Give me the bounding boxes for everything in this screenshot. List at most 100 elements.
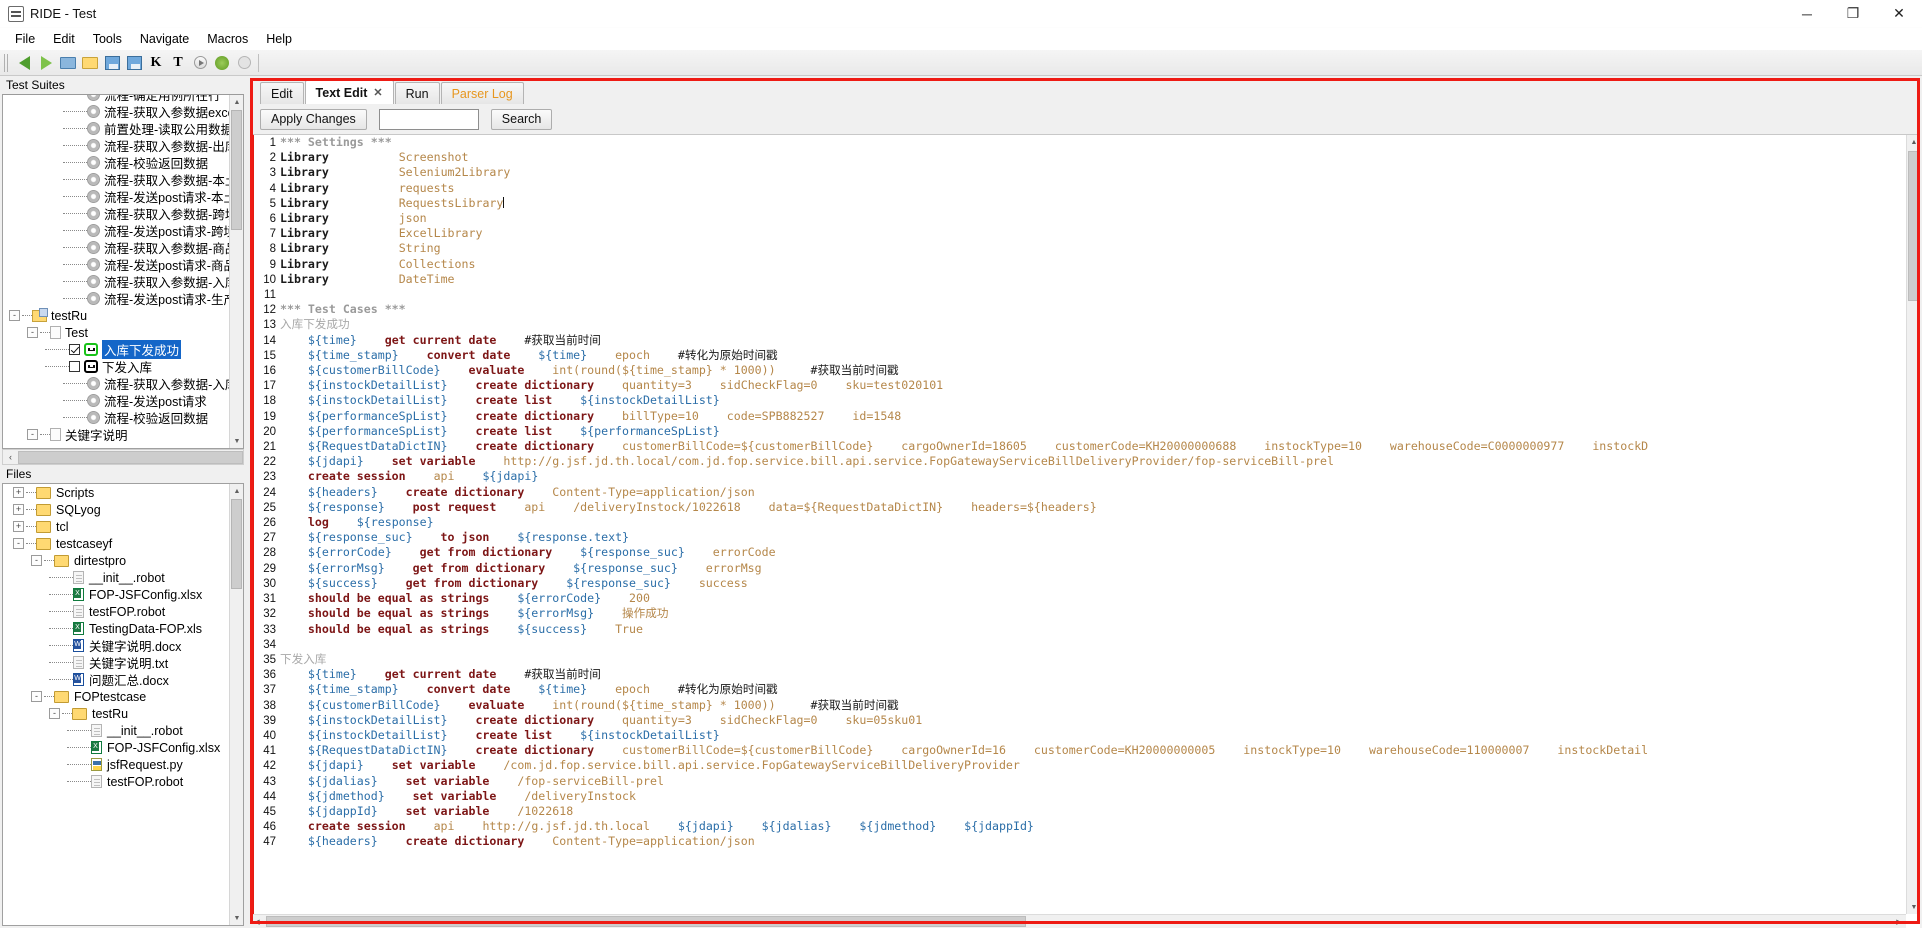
doc-icon [50, 428, 61, 441]
tree-item[interactable]: FOP-JSFConfig.xlsx [3, 739, 243, 756]
expand-icon[interactable]: + [13, 504, 24, 515]
menu-item-macros[interactable]: Macros [198, 30, 257, 48]
tree-item[interactable]: - testRu [3, 307, 243, 324]
tree-item[interactable]: - 关键字说明 [3, 426, 243, 443]
code-token: Content-Type=application/json [552, 484, 755, 499]
menu-item-navigate[interactable]: Navigate [131, 30, 198, 48]
tab-edit[interactable]: Edit [260, 82, 304, 104]
collapse-icon[interactable]: - [31, 691, 42, 702]
collapse-icon[interactable]: - [31, 555, 42, 566]
code-token: ${customerBillCode} [307, 363, 441, 378]
tree-item[interactable]: 流程-发送post请求 [3, 392, 243, 409]
code-token: epoch [615, 682, 650, 697]
stop-icon[interactable] [233, 52, 255, 74]
save-all-icon[interactable] [123, 52, 145, 74]
tree-item[interactable]: TestingData-FOP.xls [3, 620, 243, 637]
tree-item[interactable]: - dirtestpro [3, 552, 243, 569]
forward-icon[interactable] [35, 52, 57, 74]
tree-item[interactable]: FOP-JSFConfig.xlsx [3, 586, 243, 603]
toolbar-grip[interactable] [4, 53, 10, 72]
tree-item[interactable]: - Test [3, 324, 243, 341]
tree-item[interactable]: - testcaseyf [3, 535, 243, 552]
tree-item[interactable]: testFOP.robot [3, 603, 243, 620]
tree-item[interactable]: + SQLyog [3, 501, 243, 518]
tree-item[interactable]: __init__.robot [3, 569, 243, 586]
tab-parser-log[interactable]: Parser Log [440, 82, 524, 104]
tree-item[interactable]: 流程-获取入参数据-商品下发成功 [3, 239, 243, 256]
tree-item[interactable]: 流程-获取入参数据-入库下发成功 [3, 375, 243, 392]
tree-item[interactable]: + Scripts [3, 484, 243, 501]
save-icon[interactable] [101, 52, 123, 74]
tree-item[interactable]: __init__.robot [3, 722, 243, 739]
menu-item-help[interactable]: Help [257, 30, 301, 48]
tree-item[interactable]: 流程-发送post请求-跨境下发成功 [3, 222, 243, 239]
collapse-icon[interactable]: - [27, 327, 38, 338]
menu-item-edit[interactable]: Edit [44, 30, 84, 48]
tree-item[interactable]: 流程-校验返回数据 [3, 409, 243, 426]
tree-item[interactable]: + tcl [3, 518, 243, 535]
new-folder-icon[interactable] [79, 52, 101, 74]
tree-item[interactable]: 流程-校验返回数据 [3, 154, 243, 171]
tree-item[interactable]: 问题汇总.docx [3, 671, 243, 688]
tree-item[interactable]: 流程-发送post请求-商品下发成功 [3, 256, 243, 273]
tree-item[interactable]: 下发入库 [3, 358, 243, 375]
suite-tree-scrollbar[interactable]: ▲ ▼ [229, 95, 243, 448]
apply-changes-button[interactable]: Apply Changes [260, 108, 367, 130]
run-icon[interactable] [189, 52, 211, 74]
search-test-icon[interactable]: T [167, 52, 189, 74]
collapse-icon[interactable]: - [13, 538, 24, 549]
search-button[interactable]: Search [490, 108, 553, 130]
search-input[interactable] [378, 108, 479, 130]
code-token: ${instockDetailList} [307, 378, 448, 393]
tree-item[interactable]: 流程-获取入参数据-本土下发成功 [3, 171, 243, 188]
close-button[interactable]: ✕ [1876, 0, 1922, 28]
code-vertical-scrollbar[interactable]: ▲ ▼ [1906, 135, 1920, 914]
maximize-button[interactable]: ❐ [1830, 0, 1876, 28]
code-text[interactable]: 1 *** Settings *** 2 Library Screenshot 3L… [254, 135, 1920, 850]
code-editor[interactable]: 1 *** Settings *** 2 Library Screenshot 3L… [250, 134, 1920, 928]
tree-item[interactable]: 流程-获取入参数据-跨境下发成功 [3, 205, 243, 222]
tree-item[interactable]: 流程-发送post请求-生产 [3, 290, 243, 307]
expand-icon[interactable]: + [13, 487, 24, 498]
code-token: Library [280, 226, 329, 241]
tree-item[interactable]: 流程-获取入参数据-入库下发成功-生产 [3, 273, 243, 290]
menu-item-file[interactable]: File [6, 30, 44, 48]
tree-item[interactable]: 关键字说明.txt [3, 654, 243, 671]
menu-item-tools[interactable]: Tools [84, 30, 131, 48]
tree-item-checkbox[interactable] [69, 361, 80, 372]
collapse-icon[interactable]: - [49, 708, 60, 719]
tree-item[interactable]: testFOP.robot [3, 773, 243, 790]
expand-icon[interactable]: + [13, 521, 24, 532]
tree-item-label: TestingData-FOP.xls [89, 621, 203, 636]
tree-item[interactable]: 关键字说明.docx [3, 637, 243, 654]
tab-run[interactable]: Run [394, 82, 440, 104]
tree-item[interactable]: 流程-获取入参数据-出库下发成功 [3, 137, 243, 154]
tree-item[interactable]: jsfRequest.py [3, 756, 243, 773]
code-token: epoch [615, 347, 650, 362]
tree-item-checkbox[interactable] [69, 344, 80, 355]
tree-item[interactable]: 前置处理-读取公用数据 [3, 120, 243, 137]
back-icon[interactable] [13, 52, 35, 74]
collapse-icon[interactable]: - [27, 429, 38, 440]
tree-item[interactable]: - testRu [3, 705, 243, 722]
suite-tree-hscrollbar[interactable]: ‹ [2, 449, 244, 465]
files-tree-scrollbar[interactable]: ▲ ▼ [229, 484, 243, 925]
tree-item[interactable]: 流程-发送post请求-本土下发成功 [3, 188, 243, 205]
minimize-button[interactable]: ─ [1784, 0, 1830, 28]
tree-item[interactable]: - FOPtestcase [3, 688, 243, 705]
collapse-icon[interactable]: - [9, 310, 20, 321]
tree-item[interactable]: 入库下发成功 [3, 340, 243, 359]
tree-item[interactable]: 流程-获取入参数据excel [3, 103, 243, 120]
tab-text-edit[interactable]: Text Edit ✕ [304, 80, 394, 104]
collapse-left-icon[interactable]: ‹ [3, 452, 18, 462]
files-tree[interactable]: + Scripts + SQLyog + tcl - testcaseyf - dirtestpr… [2, 483, 244, 926]
test-suites-tree[interactable]: 流程-确定用例所在行 流程-获取入参数据excel 前置处理-读取公用数据 流程-获取… [2, 94, 244, 449]
close-icon[interactable]: ✕ [373, 86, 382, 99]
open-folder-icon[interactable] [57, 52, 79, 74]
search-keyword-icon[interactable]: K [145, 52, 167, 74]
debug-icon[interactable] [211, 52, 233, 74]
code-horizontal-scrollbar[interactable]: ◀ ▶ [250, 914, 1906, 928]
